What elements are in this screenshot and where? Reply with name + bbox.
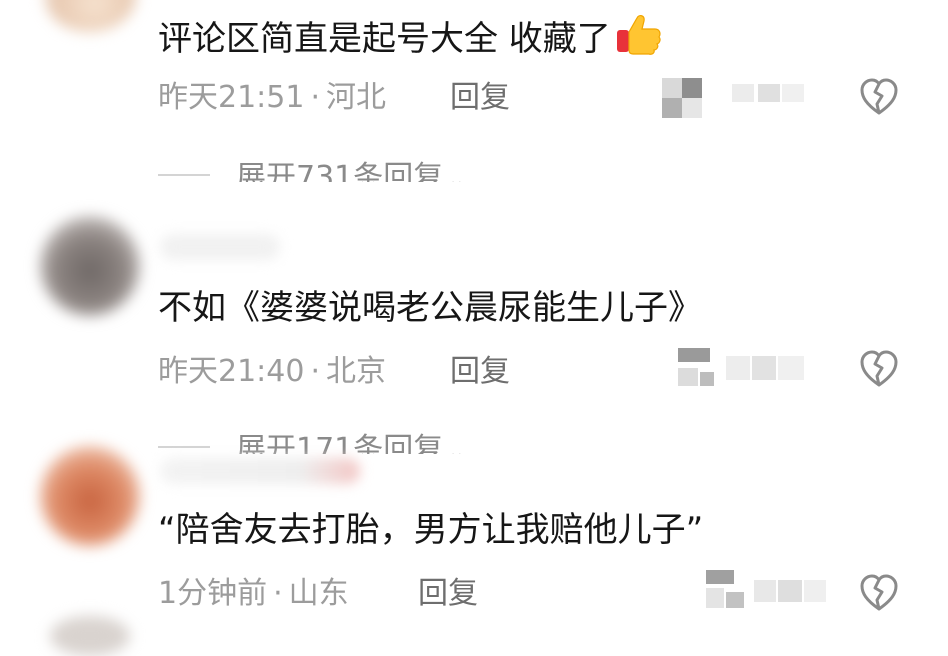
comment-meta: 1分钟前 · 山东 xyxy=(158,576,349,612)
chevron-down-icon: ⌄ xyxy=(447,168,466,182)
dislike-icon[interactable] xyxy=(858,348,900,390)
comment-item: 不如《婆婆说喝老公晨尿能生儿子》 昨天21:40 · 北京 回复 展开171条回复 ⌄ xyxy=(0,190,948,454)
comment-item: “陪舍友去打胎，男方让我赔他儿子” 1分钟前 · 山东 回复 xyxy=(0,440,948,632)
expand-replies-label: 展开731条回复 xyxy=(236,160,444,182)
comment-meta: 昨天21:40 · 北京 xyxy=(158,354,386,390)
reply-button[interactable]: 回复 xyxy=(418,576,478,612)
dislike-icon[interactable] xyxy=(858,572,900,614)
meta-separator: · xyxy=(310,80,321,115)
avatar[interactable] xyxy=(50,616,130,656)
like-count-redacted xyxy=(678,348,828,388)
meta-separator: · xyxy=(273,576,283,611)
username-redacted[interactable] xyxy=(160,458,360,484)
avatar[interactable] xyxy=(44,0,136,32)
comment-meta: 昨天21:51 · 河北 xyxy=(158,80,386,116)
comment-location: 山东 xyxy=(288,576,349,611)
like-count-redacted xyxy=(662,78,812,118)
expand-replies-button[interactable]: 展开731条回复 ⌄ xyxy=(158,160,538,182)
meta-separator: · xyxy=(310,354,321,389)
avatar[interactable] xyxy=(40,216,140,316)
comment-location: 北京 xyxy=(326,354,387,389)
avatar[interactable] xyxy=(40,446,140,546)
divider-line xyxy=(158,173,210,176)
comment-text: 不如《婆婆说喝老公晨尿能生儿子》 xyxy=(158,288,702,328)
comment-time: 1分钟前 xyxy=(158,576,268,611)
comment-item: 评论区简直是起号大全 收藏了 昨天21:51 · 河北 回复 展开731条回复 ⌄ xyxy=(0,0,948,190)
username-redacted[interactable] xyxy=(160,234,280,260)
reply-button[interactable]: 回复 xyxy=(450,80,510,116)
comment-time: 昨天21:40 xyxy=(158,354,305,389)
comment-text: “陪舍友去打胎，男方让我赔他儿子” xyxy=(158,510,704,550)
dislike-icon[interactable] xyxy=(858,76,900,118)
comment-text: 评论区简直是起号大全 收藏了 xyxy=(158,12,663,59)
thumbs-up-icon xyxy=(616,15,661,55)
like-count-redacted xyxy=(706,570,856,610)
reply-button[interactable]: 回复 xyxy=(450,354,510,390)
comment-location: 河北 xyxy=(326,80,387,115)
comment-time: 昨天21:51 xyxy=(158,80,305,115)
